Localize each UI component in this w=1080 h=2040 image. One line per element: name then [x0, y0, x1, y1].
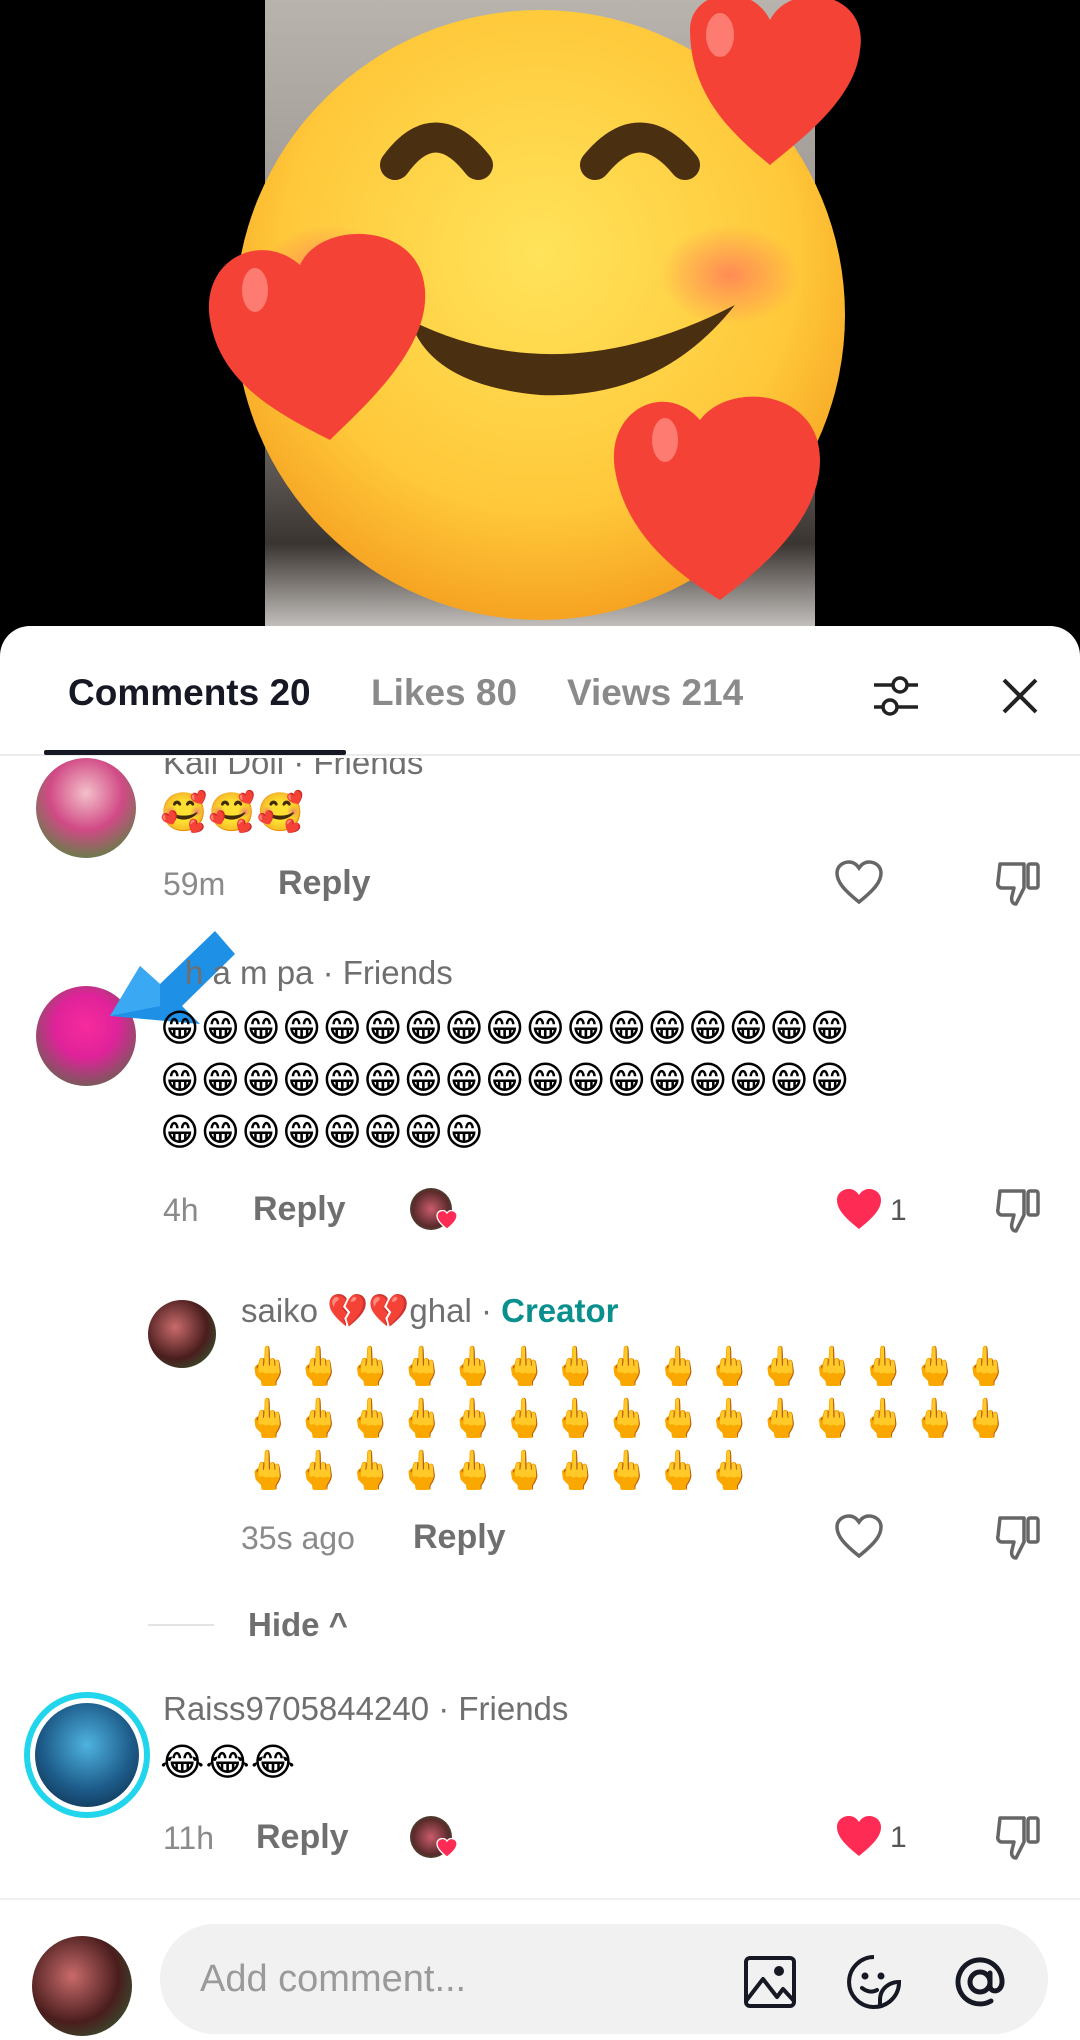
tab-comments[interactable]: Comments 20 — [68, 672, 311, 714]
smiling-face-with-hearts-emoji — [208, 0, 861, 620]
comment-text-line: 😁😁😁😁😁😁😁😁 — [160, 1110, 485, 1154]
avatar — [35, 1703, 139, 1807]
hide-replies-button[interactable]: Hide ^ — [248, 1606, 348, 1644]
active-tab-indicator — [44, 750, 346, 755]
reply-text-line: 🖕🖕🖕🖕🖕🖕🖕🖕🖕🖕🖕🖕🖕🖕🖕 — [244, 1344, 1014, 1388]
comment-text: 🥰🥰🥰 — [160, 790, 305, 834]
like-button[interactable] — [832, 1510, 886, 1564]
like-button[interactable] — [832, 856, 886, 910]
dislike-icon — [996, 1816, 1040, 1860]
reply-author-name: saiko 💔💔ghal · — [241, 1292, 502, 1329]
video-preview[interactable] — [0, 0, 1080, 640]
comment-author[interactable]: Kali Doll · Friends — [163, 758, 423, 782]
dislike-icon — [996, 1516, 1040, 1560]
comment-list[interactable]: Kali Doll · Friends 🥰🥰🥰 59m Reply h a m … — [0, 758, 1080, 1896]
tab-bar: Comments 20 Likes 80 Views 214 — [0, 626, 1080, 756]
heart-filled-icon — [837, 1816, 881, 1856]
dislike-icon — [996, 1189, 1040, 1233]
like-button[interactable] — [832, 1810, 886, 1864]
mention-icon — [955, 1957, 1005, 2007]
comment-input[interactable] — [200, 1952, 700, 2006]
comment-text-line: 😁😁😁😁😁😁😁😁😁😁😁😁😁😁😁😁😁 — [160, 1006, 851, 1050]
filter-button[interactable] — [868, 668, 924, 724]
my-avatar — [32, 1936, 132, 2036]
like-count: 1 — [890, 1821, 907, 1854]
comment-text-line: 😁😁😁😁😁😁😁😁😁😁😁😁😁😁😁😁😁 — [160, 1058, 851, 1102]
like-button[interactable] — [832, 1183, 886, 1237]
creator-badge: Creator — [501, 1292, 619, 1329]
tab-views[interactable]: Views 214 — [567, 672, 743, 714]
avatar[interactable] — [148, 1300, 216, 1368]
close-icon — [1002, 678, 1038, 714]
comment-text: 😂😂😂 — [160, 1740, 297, 1784]
heart-filled-icon — [436, 1210, 458, 1230]
close-button[interactable] — [992, 668, 1048, 724]
reply-button[interactable]: Reply — [413, 1518, 506, 1557]
comment-composer — [0, 1898, 1080, 2040]
comments-sheet: Comments 20 Likes 80 Views 214 Kali Doll… — [0, 626, 1080, 2040]
reply-author[interactable]: saiko 💔💔ghal · Creator — [241, 1292, 618, 1331]
avatar-story-ring[interactable] — [24, 1692, 150, 1818]
reply-button[interactable]: Reply — [253, 1190, 346, 1229]
reply-button[interactable]: Reply — [256, 1818, 349, 1857]
reply-text-line: 🖕🖕🖕🖕🖕🖕🖕🖕🖕🖕 — [244, 1448, 758, 1492]
reply-button[interactable]: Reply — [278, 864, 371, 903]
reply-time: 35s ago — [241, 1520, 355, 1556]
comment-time: 4h — [163, 1192, 199, 1228]
avatar[interactable] — [36, 758, 136, 858]
comment-author[interactable]: h a m pa · Friends — [185, 954, 453, 992]
sticker-button[interactable] — [844, 1952, 904, 2012]
sticker-icon — [847, 1955, 901, 2009]
image-icon — [744, 1956, 796, 2008]
mention-button[interactable] — [950, 1952, 1010, 2012]
hide-divider — [148, 1624, 214, 1626]
comment-time: 59m — [163, 866, 226, 902]
heart-filled-icon — [436, 1838, 458, 1858]
dislike-button[interactable] — [992, 1810, 1046, 1864]
image-button[interactable] — [740, 1952, 800, 2012]
heart-outline-icon — [835, 1514, 883, 1559]
comment-input-box[interactable] — [160, 1924, 1048, 2034]
comment-author[interactable]: Raiss9705844240 · Friends — [163, 1690, 568, 1728]
dislike-button[interactable] — [992, 1510, 1046, 1564]
reply-text-line: 🖕🖕🖕🖕🖕🖕🖕🖕🖕🖕🖕🖕🖕🖕🖕 — [244, 1396, 1014, 1440]
dislike-button[interactable] — [992, 1183, 1046, 1237]
comment-time: 11h — [163, 1820, 215, 1856]
dislike-icon — [996, 862, 1040, 906]
filter-icon — [874, 676, 918, 716]
heart-outline-icon — [835, 860, 883, 905]
heart-filled-icon — [837, 1189, 881, 1229]
dislike-button[interactable] — [992, 856, 1046, 910]
tab-likes[interactable]: Likes 80 — [371, 672, 517, 714]
like-count: 1 — [890, 1194, 907, 1227]
